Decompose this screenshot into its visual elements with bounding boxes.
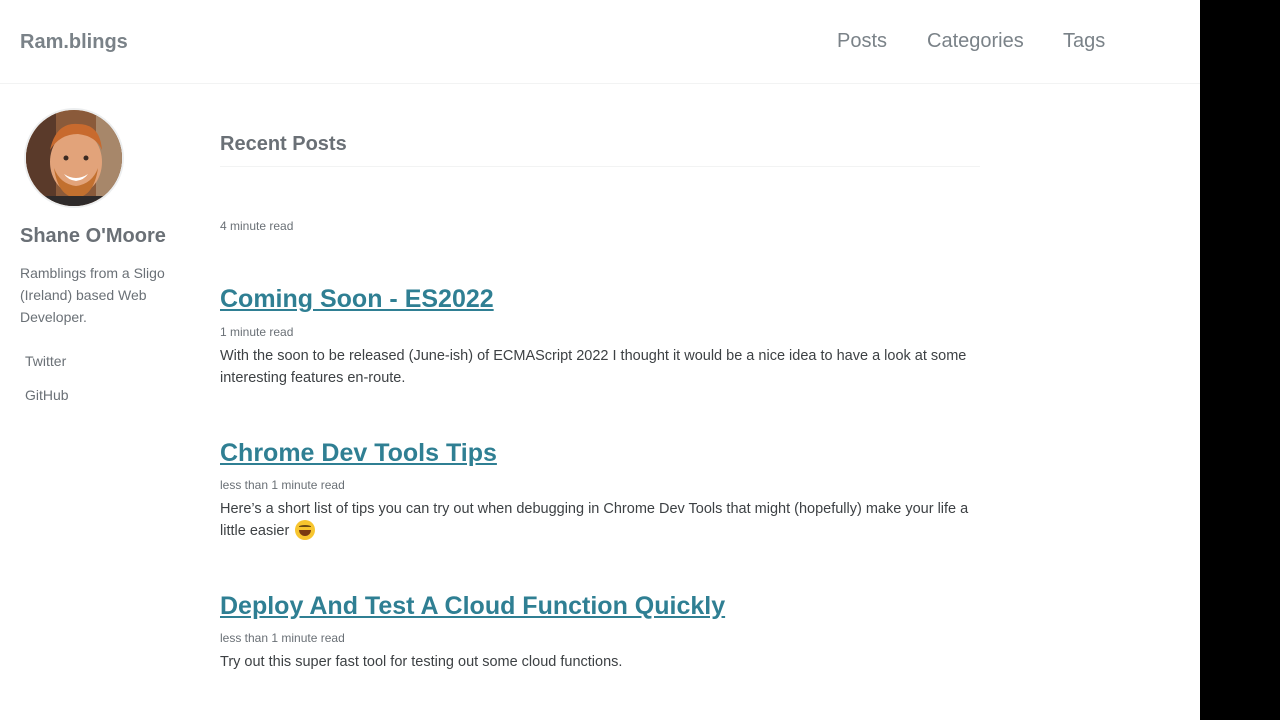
post-excerpt-text: Here’s a short list of tips you can try … — [220, 501, 969, 539]
grinning-face-icon — [295, 520, 316, 540]
site-title-link[interactable]: Ram.blings — [20, 31, 128, 54]
twitter-link[interactable]: Twitter — [25, 353, 66, 369]
masthead: Ram.blings Posts Categories Tags — [0, 0, 1200, 84]
post-title-link[interactable]: Deploy And Test A Cloud Function Quickly — [220, 592, 725, 621]
read-time: less than 1 minute read — [220, 478, 345, 492]
github-link[interactable]: GitHub — [25, 387, 69, 403]
post-excerpt: With the soon to be released (June-ish) … — [220, 348, 967, 386]
nav-tags-link[interactable]: Tags — [1063, 30, 1105, 53]
read-time: less than 1 minute read — [220, 631, 345, 645]
read-time: 1 minute read — [220, 325, 294, 339]
section-title: Recent Posts — [220, 133, 980, 167]
nav-categories-link[interactable]: Categories — [927, 30, 1024, 53]
author-avatar — [24, 108, 124, 208]
post-excerpt: Try out this super fast tool for testing… — [220, 654, 623, 670]
post-excerpt: Here’s a short list of tips you can try … — [220, 498, 980, 542]
author-name: Shane O'Moore — [20, 225, 166, 247]
page: Ram.blings Posts Categories Tags Shane O… — [0, 0, 1200, 720]
nav-posts-link[interactable]: Posts — [837, 30, 887, 53]
author-bio: Ramblings from a Sligo (Ireland) based W… — [20, 265, 165, 325]
post-title-link[interactable]: Coming Soon - ES2022 — [220, 285, 494, 314]
avatar-photo-icon — [26, 110, 122, 206]
post-title-link[interactable]: Chrome Dev Tools Tips — [220, 439, 497, 468]
read-time: 4 minute read — [220, 219, 294, 233]
